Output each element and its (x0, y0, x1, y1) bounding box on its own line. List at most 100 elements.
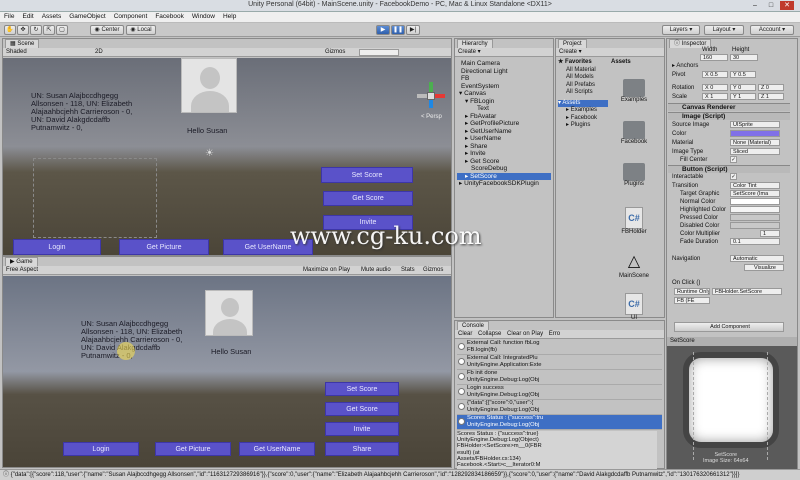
color-swatch[interactable] (730, 130, 780, 137)
console-error-pause-toggle[interactable]: Erro (549, 331, 560, 337)
console-entry[interactable]: Login success UnityEngine.Debug:Log(Obj (457, 385, 662, 400)
hierarchy-item[interactable]: ▸ FbAvatar (457, 113, 551, 121)
target-object-field[interactable]: FB (FE (674, 297, 710, 304)
hierarchy-create-button[interactable]: Create (458, 49, 476, 55)
pressed-color-swatch[interactable] (730, 214, 780, 221)
scale-z-field[interactable]: Z 1 (758, 93, 784, 100)
height-field[interactable]: 30 (730, 54, 758, 61)
project-create-button[interactable]: Create (559, 49, 577, 55)
menu-file[interactable]: File (0, 12, 18, 21)
pause-button[interactable]: ❚❚ (391, 25, 405, 35)
scene-set-score-button[interactable]: Set Score (321, 167, 413, 183)
hierarchy-item[interactable]: ▸ UnityFacebookSDKPlugin (457, 180, 551, 188)
menu-facebook[interactable]: Facebook (151, 12, 188, 21)
console-entry[interactable]: {"data":[{"score":0,"user":{ UnityEngine… (457, 400, 662, 415)
material-field[interactable]: None (Material) (730, 139, 780, 146)
scale-x-field[interactable]: X 1 (702, 93, 728, 100)
disabled-color-swatch[interactable] (730, 222, 780, 229)
maximize-on-play-toggle[interactable]: Maximize on Play (303, 266, 350, 275)
folder-item[interactable]: ▸ Examples (558, 107, 608, 115)
handler-dropdown[interactable]: FBHolder.SetScore (712, 288, 782, 295)
game-view[interactable]: UN: Susan Alajbccdhgegg Allsonsen - 118,… (3, 276, 451, 467)
hierarchy-item[interactable]: ▸ GetProfilePicture (457, 120, 551, 128)
favorite-item[interactable]: All Models (558, 74, 608, 82)
game-login-button[interactable]: Login (63, 442, 139, 456)
game-get-picture-button[interactable]: Get Picture (155, 442, 231, 456)
menu-assets[interactable]: Assets (38, 12, 66, 21)
navigation-dropdown[interactable]: Automatic (730, 255, 784, 262)
minimize-icon[interactable]: – (748, 1, 762, 10)
menu-window[interactable]: Window (188, 12, 219, 21)
rotation-z-field[interactable]: Z 0 (758, 84, 784, 91)
hierarchy-item[interactable]: ▸ Share (457, 143, 551, 151)
menu-help[interactable]: Help (219, 12, 240, 21)
fade-duration-field[interactable]: 0.1 (730, 238, 780, 245)
scene-search-input[interactable] (359, 49, 399, 56)
hand-tool-icon[interactable]: ✋ (4, 25, 16, 35)
scene-gizmo-icon[interactable] (417, 82, 445, 110)
game-get-username-button[interactable]: Get UserName (239, 442, 315, 456)
rotate-tool-icon[interactable]: ↻ (30, 25, 42, 35)
favorite-item[interactable]: All Prefabs (558, 82, 608, 90)
hierarchy-item[interactable]: ▸ GetUserName (457, 128, 551, 136)
console-clear-on-play-toggle[interactable]: Clear on Play (507, 331, 543, 337)
runtime-only-dropdown[interactable]: Runtime Only (674, 288, 710, 295)
hierarchy-item[interactable]: ▸ Invite (457, 150, 551, 158)
pivot-local-button[interactable]: ◉ Local (126, 25, 156, 35)
anchors-foldout[interactable]: ▸ Anchors (672, 63, 698, 70)
shaded-dropdown[interactable]: Shaded (6, 49, 27, 55)
assets-folder-item[interactable]: ▾ Assets (558, 99, 608, 107)
menu-edit[interactable]: Edit (18, 12, 37, 21)
hierarchy-item-selected[interactable]: ▸ SetScore (457, 172, 551, 180)
game-set-score-button[interactable]: Set Score (325, 382, 399, 396)
asset-fbholder[interactable]: C# FBHolder (619, 207, 649, 235)
game-gizmos-dropdown[interactable]: Gizmos (423, 266, 443, 275)
asset-facebook[interactable]: Facebook (619, 121, 649, 145)
mode-2d-toggle[interactable]: 2D (95, 48, 103, 57)
move-tool-icon[interactable]: ✥ (17, 25, 29, 35)
visualize-button[interactable]: Visualize (744, 264, 784, 271)
account-dropdown[interactable]: Account ▾ (750, 25, 794, 35)
width-field[interactable]: 160 (700, 54, 728, 61)
rotation-y-field[interactable]: Y 0 (730, 84, 756, 91)
layers-dropdown[interactable]: Layers ▾ (662, 25, 700, 35)
rotation-x-field[interactable]: X 0 (702, 84, 728, 91)
rect-tool-icon[interactable]: ▢ (56, 25, 68, 35)
asset-ui[interactable]: C# UI (619, 293, 649, 321)
asset-mainscene[interactable]: △ MainScene (619, 251, 649, 279)
layout-dropdown[interactable]: Layout ▾ (704, 25, 744, 35)
menu-component[interactable]: Component (110, 12, 152, 21)
maximize-icon[interactable]: □ (764, 1, 778, 10)
hierarchy-item[interactable]: ▸ UserName (457, 135, 551, 143)
color-multiplier-field[interactable]: 1 (760, 230, 780, 237)
game-share-button[interactable]: Share (325, 442, 399, 456)
scene-get-score-button[interactable]: Get Score (323, 191, 413, 206)
hierarchy-item[interactable]: EventSystem (457, 83, 551, 91)
scene-gizmos-dropdown[interactable]: Gizmos (325, 48, 345, 57)
console-entry[interactable]: External Call: IntegratedPlu UnityEngine… (457, 355, 662, 370)
source-image-field[interactable]: UISprite (730, 121, 780, 128)
play-button[interactable]: ▶ (376, 25, 390, 35)
pivot-center-button[interactable]: ◉ Center (90, 25, 124, 35)
transition-dropdown[interactable]: Color Tint (730, 182, 780, 189)
menu-gameobject[interactable]: GameObject (65, 12, 110, 21)
asset-plugins[interactable]: Plugins (619, 163, 649, 187)
hierarchy-item[interactable]: ScoreDebug (457, 165, 551, 173)
scene-get-picture-button[interactable]: Get Picture (119, 239, 209, 255)
hierarchy-item[interactable]: Text (457, 105, 551, 113)
folder-item[interactable]: ▸ Plugins (558, 122, 608, 130)
hierarchy-item[interactable]: ▾ FBLogin (457, 98, 551, 106)
favorite-item[interactable]: All Scripts (558, 89, 608, 97)
aspect-dropdown[interactable]: Free Aspect (6, 267, 38, 273)
hierarchy-item[interactable]: Directional Light (457, 68, 551, 76)
hierarchy-item[interactable]: Main Camera (457, 60, 551, 68)
hierarchy-item[interactable]: ▾ Canvas (457, 90, 551, 98)
pivot-y-field[interactable]: Y 0.5 (730, 71, 756, 78)
tab-hierarchy[interactable]: Hierarchy (457, 39, 493, 48)
button-script-header[interactable]: Button (Script) (668, 165, 790, 173)
pivot-x-field[interactable]: X 0.5 (702, 71, 728, 78)
interactable-checkbox[interactable]: ✓ (730, 173, 737, 180)
tab-project[interactable]: Project (558, 39, 587, 48)
console-entry[interactable]: Fb init done UnityEngine.Debug:Log(Obj (457, 370, 662, 385)
fill-center-checkbox[interactable]: ✓ (730, 156, 737, 163)
